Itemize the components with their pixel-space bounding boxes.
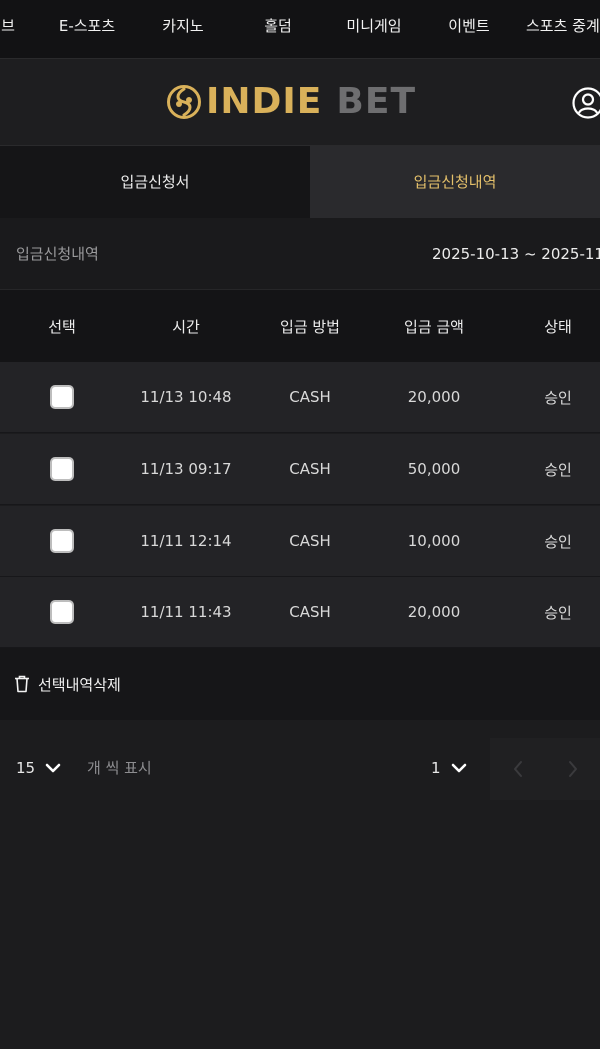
table-row: 11/11 12:14 CASH 10,000 승인	[0, 506, 600, 577]
nav-item-holdem[interactable]: 홀덤	[252, 0, 304, 52]
row-amount: 20,000	[407, 388, 461, 406]
next-page-button[interactable]	[545, 738, 600, 800]
column-header-amount: 입금 금액	[404, 317, 464, 336]
table-row: 11/13 09:17 CASH 50,000 승인	[0, 434, 600, 505]
chevron-right-icon	[568, 761, 577, 777]
row-select-cell	[0, 362, 124, 432]
deposit-tabs: 입금신청서 입금신청내역	[0, 146, 600, 218]
row-method: CASH	[289, 603, 331, 621]
nav-item-esports[interactable]: E-스포츠	[48, 0, 126, 52]
per-page-label: 개 씩 표시	[87, 759, 152, 777]
row-checkbox[interactable]	[50, 385, 74, 409]
row-status: 승인	[544, 388, 572, 407]
trash-icon	[15, 675, 29, 693]
current-page: 1	[431, 759, 441, 777]
row-amount: 50,000	[407, 460, 461, 478]
logo-word-indie: INDIE	[206, 81, 323, 122]
user-circle-icon[interactable]	[571, 86, 600, 120]
row-status: 승인	[544, 460, 572, 479]
nav-item-live[interactable]: 브	[0, 0, 22, 52]
column-header-status: 상태	[544, 317, 572, 336]
row-time: 11/13 10:48	[140, 388, 232, 406]
row-status: 승인	[544, 532, 572, 551]
page-number-select[interactable]: 1	[431, 756, 467, 780]
row-checkbox[interactable]	[50, 529, 74, 553]
nav-item-sports-stream[interactable]: 스포츠 중계	[526, 0, 600, 52]
row-select-cell	[0, 434, 124, 504]
row-status: 승인	[544, 603, 572, 622]
pagination-bar: 15 개 씩 표시 1	[0, 720, 600, 816]
logo-wordmark: INDIE BET	[206, 81, 416, 123]
row-time: 11/11 11:43	[140, 603, 232, 621]
row-amount: 20,000	[407, 603, 461, 621]
row-select-cell	[0, 577, 124, 647]
row-time: 11/13 09:17	[140, 460, 232, 478]
per-page-select[interactable]: 15	[16, 756, 61, 780]
row-time: 11/11 12:14	[140, 532, 232, 550]
prev-page-button[interactable]	[490, 738, 545, 800]
row-method: CASH	[289, 388, 331, 406]
table-actions: 선택내역삭제	[0, 648, 600, 720]
site-header: INDIE BET	[0, 58, 600, 146]
delete-selected-label: 선택내역삭제	[38, 675, 121, 694]
nav-item-event[interactable]: 이벤트	[440, 0, 498, 52]
column-header-method: 입금 방법	[280, 317, 340, 336]
nav-item-minigame[interactable]: 미니게임	[338, 0, 410, 52]
site-logo[interactable]: INDIE BET	[166, 81, 456, 123]
column-header-time: 시간	[172, 317, 200, 336]
row-method: CASH	[289, 460, 331, 478]
per-page-value: 15	[16, 759, 36, 777]
section-title: 입금신청내역	[16, 245, 99, 263]
delete-selected-button[interactable]: 선택내역삭제	[14, 648, 121, 720]
row-method: CASH	[289, 532, 331, 550]
chevron-down-icon	[45, 763, 61, 773]
tab-deposit-request[interactable]: 입금신청서	[0, 146, 310, 218]
chevron-down-icon	[451, 763, 466, 773]
filter-bar: 입금신청내역 2025-10-13 ~ 2025-11-13	[0, 218, 600, 290]
column-header-select: 선택	[48, 317, 76, 336]
page-arrows	[490, 738, 600, 800]
table-header: 선택 시간 입금 방법 입금 금액 상태	[0, 290, 600, 362]
chevron-left-icon	[513, 761, 522, 777]
logo-mark-icon	[167, 85, 201, 119]
row-amount: 10,000	[407, 532, 461, 550]
table-row: 11/11 11:43 CASH 20,000 승인	[0, 577, 600, 648]
row-select-cell	[0, 506, 124, 576]
date-range-picker[interactable]: 2025-10-13 ~ 2025-11-13	[432, 218, 600, 290]
nav-item-casino[interactable]: 카지노	[148, 0, 218, 52]
row-checkbox[interactable]	[50, 457, 74, 481]
logo-word-bet: BET	[336, 81, 416, 122]
tab-deposit-history[interactable]: 입금신청내역	[310, 146, 600, 218]
table-row: 11/13 10:48 CASH 20,000 승인	[0, 362, 600, 433]
row-checkbox[interactable]	[50, 600, 74, 624]
top-nav: 브 E-스포츠 카지노 홀덤 미니게임 이벤트 스포츠 중계	[0, 0, 600, 58]
